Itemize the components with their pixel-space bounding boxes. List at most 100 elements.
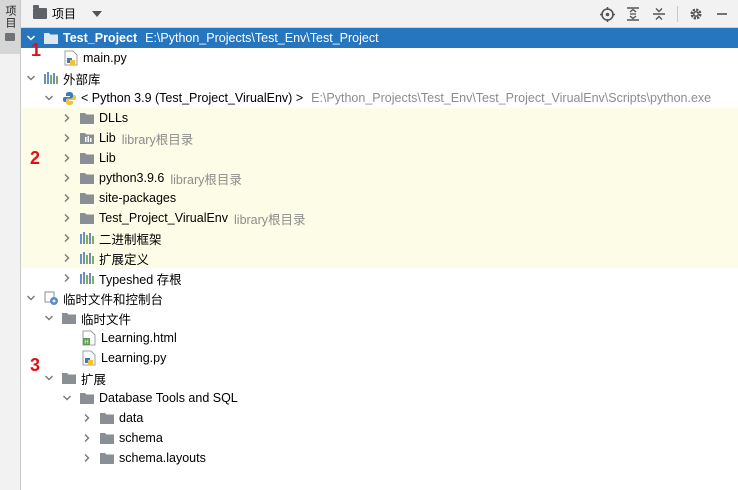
folder-icon: [79, 210, 95, 226]
tree-item-venv[interactable]: Test_Project_VirualEnv library根目录: [21, 208, 738, 228]
library-root-hint: library根目录: [121, 132, 194, 147]
chevron-down-icon[interactable]: [25, 72, 37, 84]
scratches-icon: [43, 290, 59, 306]
annotation-1: 1: [31, 40, 42, 60]
tree-item-site-packages[interactable]: site-packages: [21, 188, 738, 208]
tree-item-typeshed[interactable]: Typeshed 存根: [21, 268, 738, 288]
chevron-down-icon[interactable]: [43, 92, 55, 104]
tree-item-label: schema: [119, 431, 163, 445]
tree-item-database-tools[interactable]: Database Tools and SQL: [21, 388, 738, 408]
library-folder-icon: [79, 130, 95, 146]
svg-text:H: H: [84, 339, 89, 346]
tree-item-dlls[interactable]: DLLs: [21, 108, 738, 128]
chevron-right-icon[interactable]: [61, 132, 73, 144]
folder-icon: [33, 5, 47, 19]
tree-item-scratches-consoles[interactable]: 临时文件和控制台: [21, 288, 738, 308]
folder-icon: [99, 430, 115, 446]
locate-icon[interactable]: [599, 6, 615, 22]
tree-item-binary-skeletons[interactable]: 二进制框架: [21, 228, 738, 248]
chevron-right-icon[interactable]: [61, 232, 73, 244]
tree-item-label: Lib: [99, 151, 116, 165]
library-icon: [43, 70, 59, 86]
tree-item-data[interactable]: data: [21, 408, 738, 428]
project-path: E:\Python_Projects\Test_Env\Test_Project: [145, 31, 379, 45]
tree-item-label: 扩展定义: [99, 252, 150, 267]
tree-item-label: 外部库: [63, 72, 101, 87]
tree-item-label: 扩展: [81, 372, 107, 387]
python-file-icon: [63, 50, 79, 66]
tree-item-label: Learning.py: [101, 351, 167, 365]
project-tree: Test_Project E:\Python_Projects\Test_Env…: [21, 28, 738, 490]
python-file-icon: [81, 350, 97, 366]
tree-item-project-root[interactable]: Test_Project E:\Python_Projects\Test_Env…: [21, 28, 738, 48]
tree-item-label: Lib: [99, 131, 116, 145]
project-toolbar: 项目: [21, 0, 738, 28]
chevron-down-icon[interactable]: [25, 292, 37, 304]
tree-item-external-libraries[interactable]: 外部库: [21, 68, 738, 88]
tree-item-label: 二进制框架: [99, 232, 162, 247]
chevron-down-icon[interactable]: [43, 372, 55, 384]
chevron-right-icon[interactable]: [61, 252, 73, 264]
tree-item-label: python3.9.6: [99, 171, 165, 185]
library-icon: [79, 250, 95, 266]
chevron-right-icon[interactable]: [61, 192, 73, 204]
chevron-right-icon[interactable]: [61, 212, 73, 224]
chevron-down-icon: [92, 10, 103, 17]
tool-window-strip: 项目: [0, 0, 21, 490]
tree-item-learning-py[interactable]: Learning.py: [21, 348, 738, 368]
annotation-3: 3: [30, 355, 41, 375]
tree-item-scratch-files[interactable]: 临时文件: [21, 308, 738, 328]
tree-item-label: 临时文件: [81, 312, 132, 327]
tree-item-extensions[interactable]: 扩展: [21, 368, 738, 388]
gear-icon[interactable]: [688, 6, 704, 22]
chevron-right-icon[interactable]: [81, 412, 93, 424]
folder-icon: [99, 410, 115, 426]
library-icon: [79, 270, 95, 286]
project-tool-tab[interactable]: 项目: [0, 0, 20, 54]
folder-icon: [79, 390, 95, 406]
tree-item-lib[interactable]: Lib: [21, 148, 738, 168]
tree-item-lib-root[interactable]: Lib library根目录: [21, 128, 738, 148]
tree-item-label: Typeshed 存根: [99, 272, 182, 287]
tree-item-label: main.py: [83, 51, 127, 65]
minimize-icon[interactable]: [714, 6, 730, 22]
folder-icon: [79, 190, 95, 206]
chevron-down-icon[interactable]: [61, 392, 73, 404]
chevron-down-icon[interactable]: [43, 312, 55, 324]
chevron-right-icon[interactable]: [61, 112, 73, 124]
tree-item-label: Test_Project_VirualEnv: [99, 211, 229, 225]
tree-item-python396[interactable]: python3.9.6 library根目录: [21, 168, 738, 188]
library-icon: [79, 230, 95, 246]
tree-item-learning-html[interactable]: H Learning.html: [21, 328, 738, 348]
chevron-right-icon[interactable]: [81, 452, 93, 464]
tree-item-label: DLLs: [99, 111, 129, 125]
folder-icon: [79, 150, 95, 166]
sdk-name: < Python 3.9 (Test_Project_VirualEnv) >: [81, 91, 304, 105]
folder-icon: [5, 33, 15, 41]
tree-item-schema-layouts[interactable]: schema.layouts: [21, 448, 738, 468]
chevron-right-icon[interactable]: [61, 172, 73, 184]
folder-icon: [79, 170, 95, 186]
chevron-right-icon[interactable]: [61, 272, 73, 284]
tree-item-python-sdk[interactable]: < Python 3.9 (Test_Project_VirualEnv) > …: [21, 88, 738, 108]
project-tab-label: 项目: [4, 5, 16, 29]
chevron-right-icon[interactable]: [61, 152, 73, 164]
tree-item-schema[interactable]: schema: [21, 428, 738, 448]
collapse-all-icon[interactable]: [651, 6, 667, 22]
toolbar-title: 项目: [52, 7, 77, 21]
annotation-2: 2: [30, 148, 41, 168]
expand-all-icon[interactable]: [625, 6, 641, 22]
folder-icon: [79, 110, 95, 126]
project-name: Test_Project: [63, 31, 138, 45]
tree-item-main-py[interactable]: main.py: [21, 48, 738, 68]
tree-item-label: Learning.html: [101, 331, 177, 345]
tree-item-label: site-packages: [99, 191, 177, 205]
tree-item-extension-definitions[interactable]: 扩展定义: [21, 248, 738, 268]
toolbar-divider: [677, 6, 678, 22]
tree-item-label: 临时文件和控制台: [63, 292, 164, 307]
sdk-path: E:\Python_Projects\Test_Env\Test_Project…: [311, 91, 712, 105]
view-selector[interactable]: 项目: [21, 5, 103, 22]
chevron-right-icon[interactable]: [81, 432, 93, 444]
library-root-hint: library根目录: [234, 212, 306, 227]
tree-item-label: schema.layouts: [119, 451, 206, 465]
